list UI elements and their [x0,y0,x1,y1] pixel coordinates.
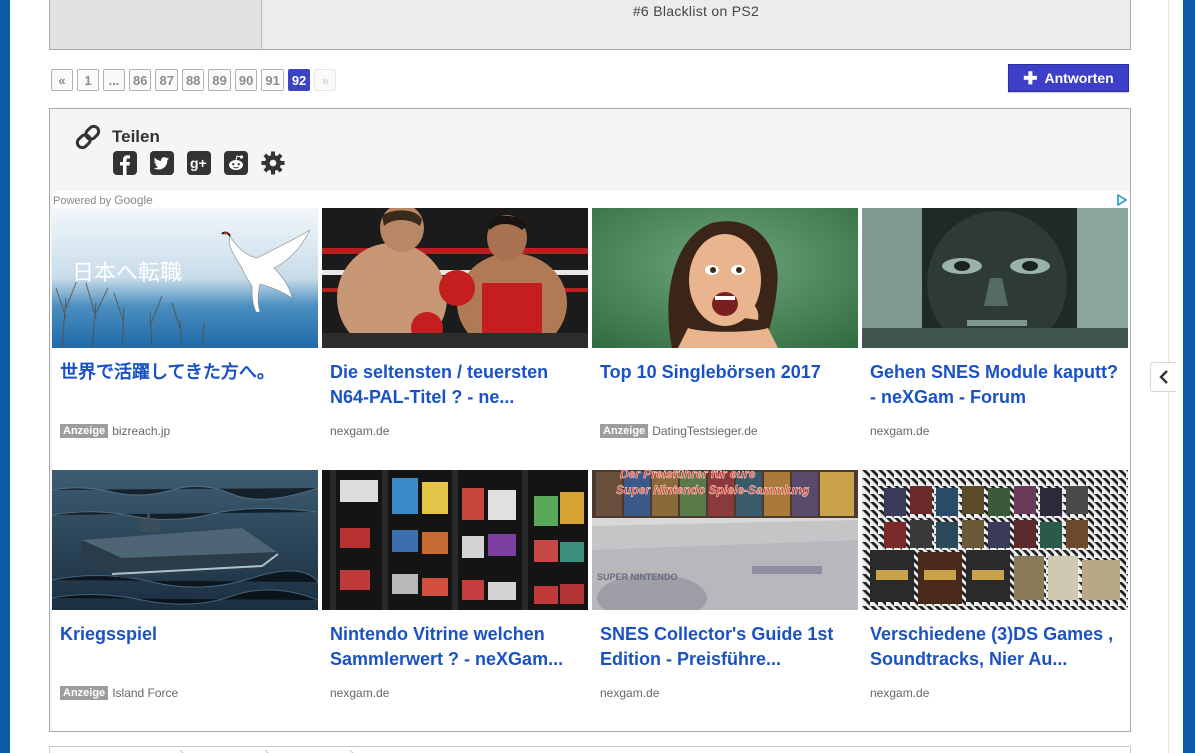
pagination-ellipsis[interactable]: ... [103,69,125,91]
ad-source-domain: Island Force [112,686,179,700]
ad-thumbnail[interactable] [322,208,588,348]
ad-title[interactable]: SNES Collector's Guide 1st Edition - Pre… [600,622,856,672]
ad-thumbnail[interactable] [322,470,588,610]
bottom-tab-strip [49,746,1131,753]
ad-title[interactable]: Top 10 Singlebörsen 2017 [600,360,856,385]
ad-source: nexgam.de [600,686,659,700]
share-title: Teilen [112,127,160,146]
ad-title[interactable]: Nintendo Vitrine welchen Sammlerwert ? -… [330,622,586,672]
powered-by-google: Powered by Google [53,193,153,207]
pagination-page[interactable]: 91 [261,69,284,91]
ad-source: nexgam.de [870,424,929,438]
share-panel: Teilen g+ Powered by Google 日本へ転職 世界で活躍し… [49,108,1131,732]
facebook-icon[interactable] [113,151,137,175]
sponsored-ads-block: Powered by Google 日本へ転職 世界で活躍してきた方へ。 Anz… [52,191,1130,731]
ad-card[interactable]: Gehen SNES Module kaputt? - neXGam - For… [862,208,1128,464]
ad-thumbnail[interactable] [862,208,1128,348]
svg-text:g+: g+ [190,155,207,171]
ad-card[interactable]: Der Preisführer für eure Super Nintendo … [592,470,858,726]
twitter-icon[interactable] [150,151,174,175]
pagination-page[interactable]: 89 [208,69,231,91]
forum-post-footer: #6 Blacklist on PS2 [49,0,1131,50]
post-author-cell [50,0,262,49]
pagination-page[interactable]: 87 [155,69,178,91]
ad-source-domain: nexgam.de [330,424,390,438]
ad-source: nexgam.de [870,686,929,700]
svg-text:Der Preisführer für eure: Der Preisführer für eure [620,470,756,481]
ad-card[interactable]: Verschiedene (3)DS Games , Soundtracks, … [862,470,1128,726]
pagination-page[interactable]: 1 [77,69,99,91]
ad-source: Anzeige Island Force [60,686,178,700]
ad-title[interactable]: Verschiedene (3)DS Games , Soundtracks, … [870,622,1126,672]
ad-title[interactable]: Die seltensten / teuersten N64-PAL-Titel… [330,360,586,410]
ad-title[interactable]: Kriegsspiel [60,622,316,647]
pagination: « 1 ... 86 87 88 89 90 91 92 » [51,69,337,91]
ad-source-domain: DatingTestsieger.de [652,424,758,438]
ad-source: nexgam.de [330,424,389,438]
svg-text:SUPER NINTENDO: SUPER NINTENDO [597,572,678,582]
link-icon [75,124,101,150]
page-left-border [0,0,10,753]
ad-title[interactable]: 世界で活躍してきた方へ。 [60,360,316,385]
ad-card[interactable]: Nintendo Vitrine welchen Sammlerwert ? -… [322,470,588,726]
pagination-next: » [314,69,337,91]
ad-source-domain: nexgam.de [600,686,660,700]
pagination-page[interactable]: 88 [181,69,205,91]
pagination-page[interactable]: 90 [234,69,258,91]
ad-source-domain: nexgam.de [330,686,390,700]
svg-text:Super Nintendo Spiele-Sammlung: Super Nintendo Spiele-Sammlung [616,483,810,497]
google-plus-icon[interactable]: g+ [187,151,211,175]
ad-card[interactable]: Die seltensten / teuersten N64-PAL-Titel… [322,208,588,464]
reply-button[interactable]: ✚ Antworten [1008,64,1129,92]
ad-source-domain: nexgam.de [870,686,930,700]
post-signature: #6 Blacklist on PS2 [632,3,760,19]
plus-icon: ✚ [1023,68,1038,88]
ad-source-domain: nexgam.de [870,424,930,438]
chevron-left-icon [1158,370,1168,384]
settings-icon[interactable] [261,151,285,175]
ad-source: Anzeige bizreach.jp [60,424,170,438]
share-header: Teilen [74,123,160,151]
ad-thumbnail[interactable]: 日本へ転職 [52,208,318,348]
ad-card[interactable]: Kriegsspiel Anzeige Island Force [52,470,318,726]
share-icons: g+ [113,151,285,175]
ad-source: Anzeige DatingTestsieger.de [600,424,758,438]
reddit-icon[interactable] [224,151,248,175]
ad-title[interactable]: Gehen SNES Module kaputt? - neXGam - For… [870,360,1126,410]
reply-button-label: Antworten [1044,70,1114,86]
ad-thumbnail[interactable] [862,470,1128,610]
ad-source: nexgam.de [330,686,389,700]
page-right-border [1183,0,1195,753]
ad-source-domain: bizreach.jp [112,424,171,438]
ad-card[interactable]: 日本へ転職 世界で活躍してきた方へ。 Anzeige bizreach.jp [52,208,318,464]
sidebar-collapse-toggle[interactable] [1150,362,1176,392]
ad-thumbnail[interactable] [592,208,858,348]
ad-card[interactable]: Top 10 Singlebörsen 2017 Anzeige DatingT… [592,208,858,464]
pagination-page[interactable]: 86 [129,69,152,91]
pagination-current-page[interactable]: 92 [287,69,311,91]
ad-badge: Anzeige [600,424,649,438]
ad-badge: Anzeige [60,424,109,438]
ad-badge: Anzeige [60,686,109,700]
ad-thumbnail-caption: 日本へ転職 [72,261,182,286]
ad-thumbnail[interactable] [52,470,318,610]
ad-thumbnail[interactable]: Der Preisführer für eure Super Nintendo … [592,470,858,610]
pagination-first[interactable]: « [51,69,73,91]
